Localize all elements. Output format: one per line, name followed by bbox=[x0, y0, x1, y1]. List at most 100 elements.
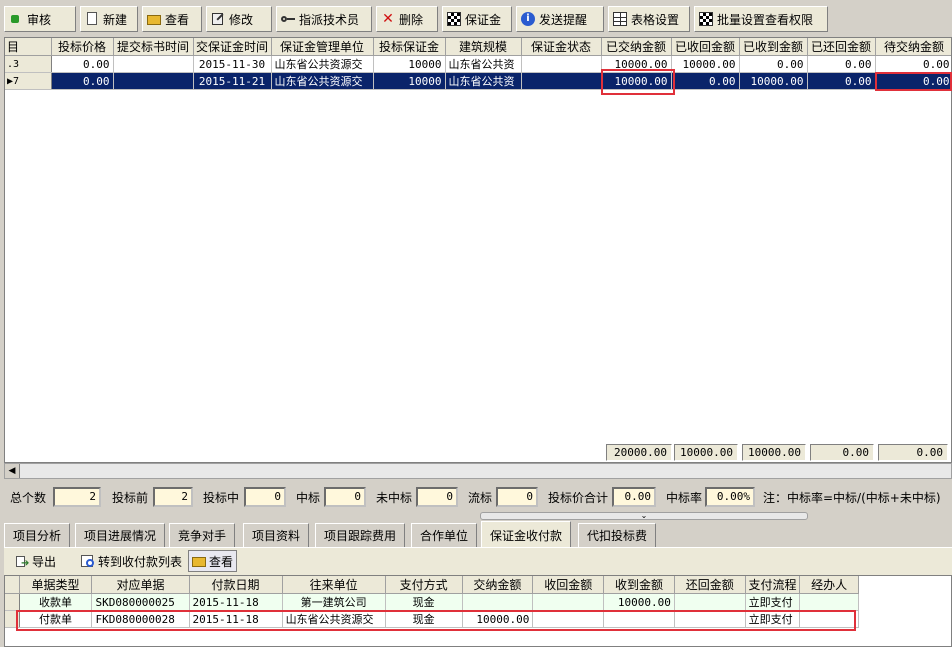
export-button[interactable]: ➔ 导出 bbox=[12, 550, 59, 572]
cell-recovered[interactable] bbox=[532, 593, 605, 611]
column-header[interactable]: 保证金管理单位 bbox=[271, 38, 374, 56]
cell-doc-number[interactable]: FKD080000028 bbox=[91, 610, 190, 628]
cell-pay-flow[interactable]: 立即支付 bbox=[745, 593, 801, 611]
column-header[interactable]: 经办人 bbox=[799, 576, 859, 594]
cell-status[interactable] bbox=[521, 72, 602, 90]
cell-partner[interactable]: 第一建筑公司 bbox=[282, 593, 386, 611]
cell-deposit-unit[interactable]: 山东省公共资源交 bbox=[271, 72, 374, 90]
cell-received[interactable]: 0.00 bbox=[739, 55, 808, 73]
column-header[interactable]: 投标保证金 bbox=[373, 38, 446, 56]
cell-deposit-time[interactable]: 2015-11-30 bbox=[193, 55, 272, 73]
scroll-left-arrow-icon[interactable]: ◀ bbox=[5, 464, 20, 478]
column-header[interactable]: 收到金额 bbox=[603, 576, 675, 594]
cell-pay-date[interactable]: 2015-11-18 bbox=[189, 610, 283, 628]
cell-pay-flow[interactable]: 立即支付 bbox=[745, 610, 801, 628]
column-header[interactable]: 建筑规模 bbox=[445, 38, 522, 56]
cell-received[interactable] bbox=[603, 610, 675, 628]
cell-price[interactable]: 0.00 bbox=[51, 55, 114, 73]
column-header[interactable]: 已还回金额 bbox=[807, 38, 876, 56]
tab-deposit-payments[interactable]: 保证金收付款 bbox=[481, 521, 572, 548]
cell-submit-time[interactable] bbox=[113, 55, 194, 73]
tab-project-materials[interactable]: 项目资料 bbox=[243, 523, 310, 547]
column-header[interactable]: 保证金状态 bbox=[521, 38, 602, 56]
column-header[interactable]: 投标价格 bbox=[51, 38, 114, 56]
cell-deposit-unit[interactable]: 山东省公共资源交 bbox=[271, 55, 374, 73]
table-settings-button[interactable]: 表格设置 bbox=[608, 6, 690, 32]
cell-status[interactable] bbox=[521, 55, 602, 73]
cell-pay-date[interactable]: 2015-11-18 bbox=[189, 593, 283, 611]
to-payment-list-button[interactable]: 转到收付款列表 bbox=[78, 550, 185, 572]
cell-doc-number[interactable]: SKD080000025 bbox=[91, 593, 190, 611]
cell-deposit-time[interactable]: 2015-11-21 bbox=[193, 72, 272, 90]
cell-recovered[interactable] bbox=[532, 610, 605, 628]
cell-recovered[interactable]: 0.00 bbox=[671, 72, 740, 90]
cell-paid[interactable]: 10000.00 bbox=[601, 72, 672, 90]
cell-pay-method[interactable]: 现金 bbox=[385, 610, 463, 628]
delete-button[interactable]: ✕ 删除 bbox=[376, 6, 438, 32]
cell-pay-method[interactable]: 现金 bbox=[385, 593, 463, 611]
cell-returned[interactable]: 0.00 bbox=[807, 72, 876, 90]
cell-recovered[interactable]: 10000.00 bbox=[671, 55, 740, 73]
table-row-selected[interactable]: ▶7 0.00 2015-11-21 山东省公共资源交 10000 山东省公共资… bbox=[5, 72, 951, 90]
assign-technician-button[interactable]: 指派技术员 bbox=[276, 6, 372, 32]
column-header[interactable]: 待交纳金额 bbox=[875, 38, 951, 56]
cell-partner[interactable]: 山东省公共资源交 bbox=[282, 610, 386, 628]
column-header[interactable]: 还回金额 bbox=[674, 576, 746, 594]
cell-scale[interactable]: 山东省公共资 bbox=[445, 72, 522, 90]
edit-button[interactable]: 修改 bbox=[206, 6, 272, 32]
column-header[interactable]: 单据类型 bbox=[19, 576, 93, 594]
new-button[interactable]: 新建 bbox=[80, 6, 138, 32]
cell-returned[interactable]: 0.00 bbox=[807, 55, 876, 73]
tab-project-progress[interactable]: 项目进展情况 bbox=[75, 523, 166, 547]
column-header[interactable]: 交纳金额 bbox=[462, 576, 534, 594]
cell-scale[interactable]: 山东省公共资 bbox=[445, 55, 522, 73]
batch-permission-button[interactable]: 批量设置查看权限 bbox=[694, 6, 828, 32]
column-header[interactable]: 往来单位 bbox=[282, 576, 386, 594]
row-id: 7 bbox=[13, 75, 20, 87]
tab-tracking-costs[interactable]: 项目跟踪费用 bbox=[315, 523, 406, 547]
horizontal-scrollbar[interactable]: ◀ bbox=[4, 463, 952, 479]
cell-returned[interactable] bbox=[674, 610, 746, 628]
column-header[interactable]: 提交标书时间 bbox=[113, 38, 194, 56]
column-header[interactable]: 支付方式 bbox=[385, 576, 463, 594]
column-header[interactable]: 支付流程 bbox=[745, 576, 801, 594]
tab-competitors[interactable]: 竞争对手 bbox=[169, 523, 236, 547]
column-header[interactable]: 目 bbox=[5, 38, 52, 56]
tab-partners[interactable]: 合作单位 bbox=[411, 523, 478, 547]
cell-handler[interactable] bbox=[799, 593, 859, 611]
total-paid: 20000.00 bbox=[606, 444, 672, 461]
column-header[interactable]: 已交纳金额 bbox=[601, 38, 672, 56]
cell-price[interactable]: 0.00 bbox=[51, 72, 114, 90]
cell-received[interactable]: 10000.00 bbox=[739, 72, 808, 90]
cell-bond[interactable]: 10000 bbox=[373, 72, 446, 90]
column-header[interactable]: 付款日期 bbox=[189, 576, 283, 594]
table-row[interactable]: 收款单 SKD080000025 2015-11-18 第一建筑公司 现金 10… bbox=[5, 593, 859, 611]
cell-pending[interactable]: 0.00 bbox=[875, 72, 951, 90]
splitter-handle[interactable]: ⌄ bbox=[480, 512, 808, 520]
deposit-button[interactable]: 保证金 bbox=[442, 6, 512, 32]
column-header[interactable]: 已收到金额 bbox=[739, 38, 808, 56]
cell-returned[interactable] bbox=[674, 593, 746, 611]
cell-paid[interactable] bbox=[462, 593, 534, 611]
send-reminder-button[interactable]: i 发送提醒 bbox=[516, 6, 604, 32]
column-header[interactable]: 收回金额 bbox=[532, 576, 605, 594]
cell-bond[interactable]: 10000 bbox=[373, 55, 446, 73]
audit-button[interactable]: 审核 bbox=[4, 6, 76, 32]
cell-handler[interactable] bbox=[799, 610, 859, 628]
tab-withheld-fees[interactable]: 代扣投标费 bbox=[578, 523, 657, 547]
column-header[interactable]: 对应单据 bbox=[91, 576, 190, 594]
column-header[interactable]: 已收回金额 bbox=[671, 38, 740, 56]
cell-doc-type[interactable]: 付款单 bbox=[19, 610, 93, 628]
view-button[interactable]: 查看 bbox=[142, 6, 202, 32]
cell-paid[interactable]: 10000.00 bbox=[601, 55, 672, 73]
tab-project-analysis[interactable]: 项目分析 bbox=[4, 523, 71, 547]
cell-submit-time[interactable] bbox=[113, 72, 194, 90]
sub-view-button[interactable]: 查看 bbox=[188, 550, 238, 572]
cell-pending[interactable]: 0.00 bbox=[875, 55, 951, 73]
cell-received[interactable]: 10000.00 bbox=[603, 593, 675, 611]
table-row[interactable]: .3 0.00 2015-11-30 山东省公共资源交 10000 山东省公共资… bbox=[5, 55, 951, 73]
cell-doc-type[interactable]: 收款单 bbox=[19, 593, 93, 611]
cell-paid[interactable]: 10000.00 bbox=[462, 610, 534, 628]
column-header[interactable]: 交保证金时间 bbox=[193, 38, 272, 56]
table-row[interactable]: 付款单 FKD080000028 2015-11-18 山东省公共资源交 现金 … bbox=[5, 610, 859, 628]
